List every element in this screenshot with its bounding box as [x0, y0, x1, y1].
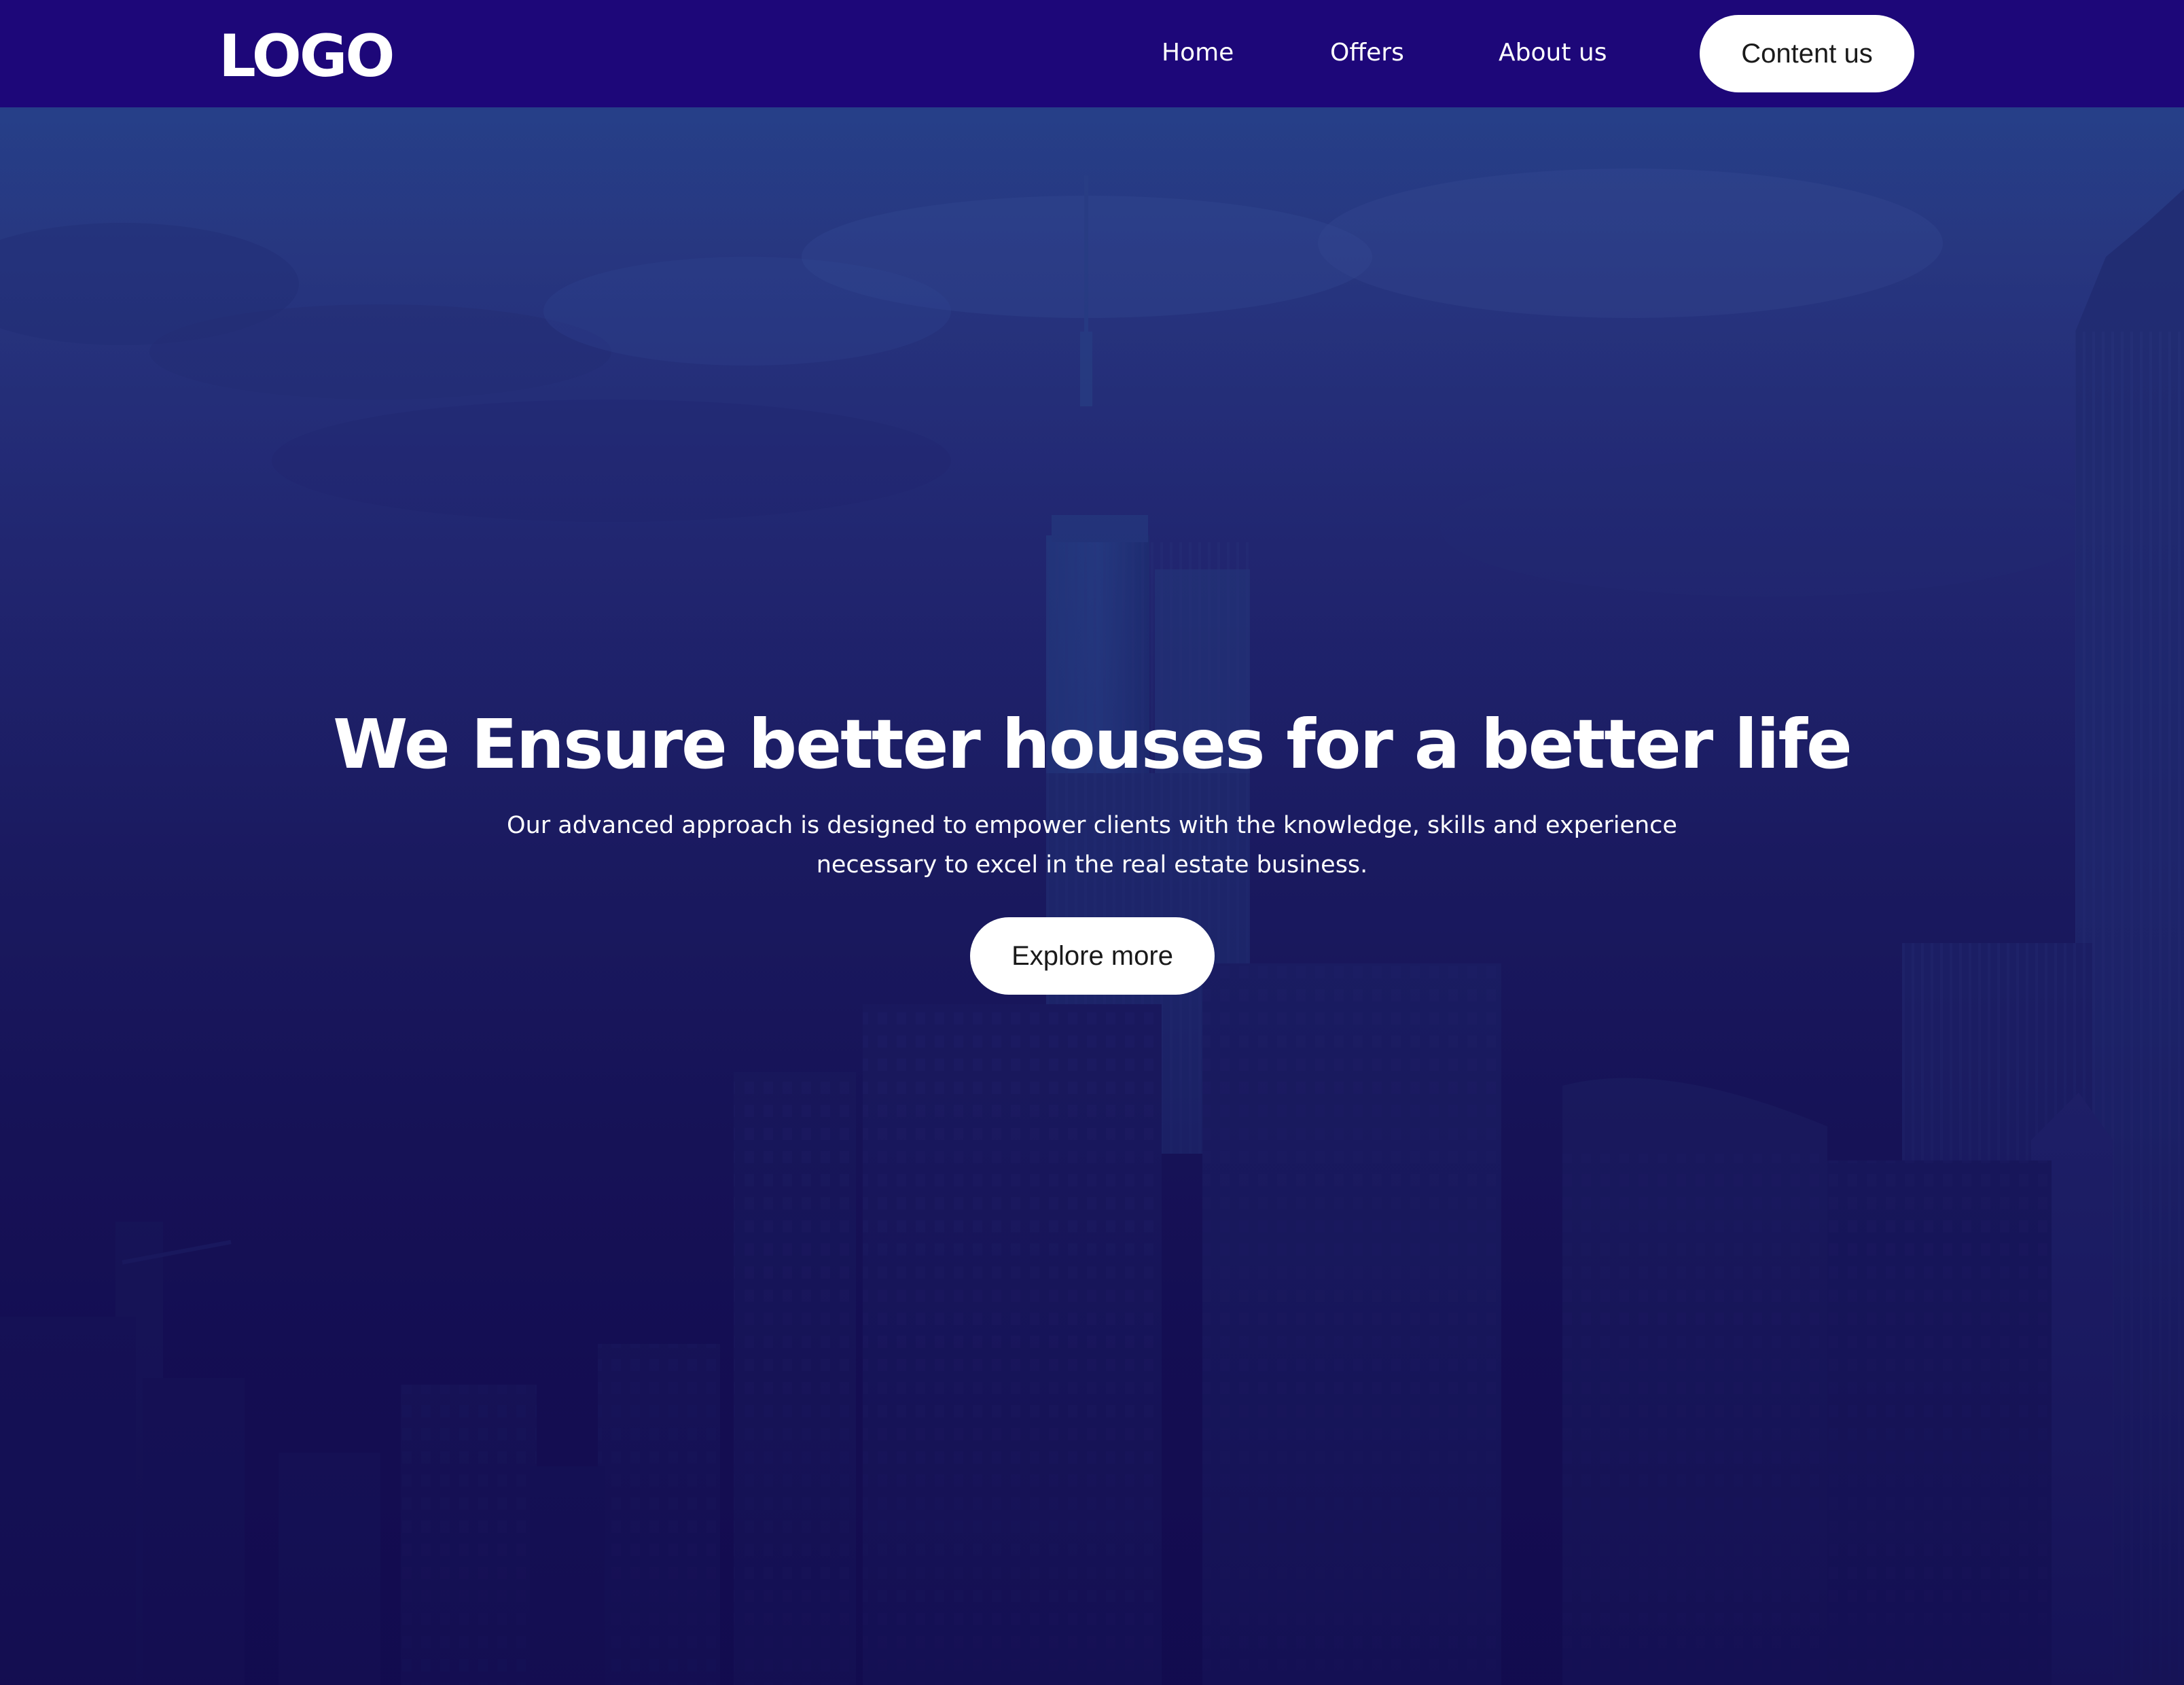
city-skyline-background — [0, 107, 2184, 1685]
site-logo[interactable]: LOGO — [219, 20, 395, 92]
hero-title: We Ensure better houses for a better lif… — [333, 705, 1852, 784]
landing-page: LOGO Home Offers About us Content us We … — [0, 0, 2184, 1685]
contact-us-button[interactable]: Content us — [1700, 15, 1914, 92]
nav-home-link[interactable]: Home — [1162, 35, 1234, 71]
site-header: LOGO Home Offers About us Content us — [0, 0, 2184, 107]
hero-subtitle: Our advanced approach is designed to emp… — [507, 812, 1677, 879]
nav-about-link[interactable]: About us — [1499, 35, 1607, 71]
explore-more-button[interactable]: Explore more — [970, 917, 1215, 995]
nav-offers-link[interactable]: Offers — [1330, 35, 1404, 71]
hero-section: We Ensure better houses for a better lif… — [0, 107, 2184, 1685]
